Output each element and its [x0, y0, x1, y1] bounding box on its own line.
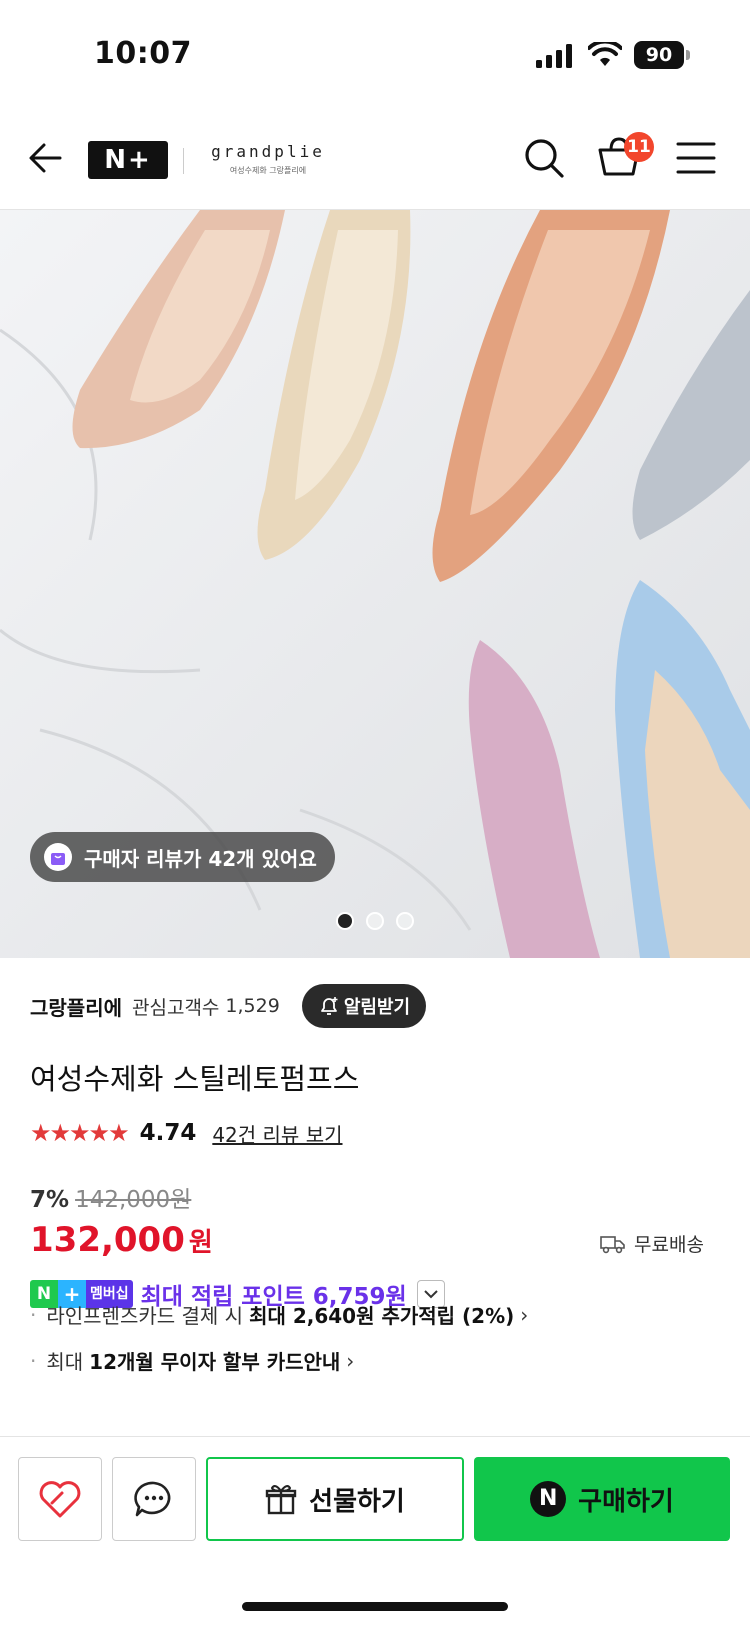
carousel-dot[interactable] [396, 912, 414, 930]
carousel-pagination [0, 912, 750, 930]
chat-bubble-icon [134, 1481, 171, 1517]
sale-price-row: 132,000 원 [30, 1220, 213, 1260]
search-icon[interactable] [522, 136, 566, 180]
price-currency: 원 [188, 1228, 213, 1258]
battery-indicator: 90 [634, 41, 684, 69]
hamburger-menu-icon[interactable] [676, 140, 716, 176]
shipping-info: 무료배송 [600, 1230, 704, 1257]
rating-row: ★★★★★ 4.74 42건 리뷰 보기 [30, 1118, 343, 1148]
product-image-carousel[interactable]: 구매자 리뷰가 42개 있어요 [0, 210, 750, 958]
cart-count-badge: 11 [624, 132, 654, 162]
naver-pay-icon: N [530, 1481, 567, 1517]
card-benefit-highlight: 최대 2,640원 추가적립 (2%) [249, 1304, 515, 1328]
sale-price: 132,000 [30, 1220, 185, 1260]
favorite-customers-count: 1,529 [225, 995, 280, 1017]
store-row: 그랑플리에 관심고객수 1,529 알림받기 [30, 984, 427, 1028]
bell-plus-icon [320, 997, 338, 1015]
view-reviews-link[interactable]: 42건 리뷰 보기 [212, 1119, 342, 1148]
installment-prefix: 최대 [46, 1350, 84, 1374]
wishlist-button[interactable] [18, 1457, 102, 1541]
review-count-pill[interactable]: 구매자 리뷰가 42개 있어요 [30, 832, 335, 882]
bullet-dot: · [30, 1302, 37, 1327]
card-benefit-line[interactable]: · 라인프렌즈카드 결제 시 최대 2,640원 추가적립 (2%) › [30, 1300, 528, 1329]
delivery-truck-icon [600, 1235, 625, 1253]
original-price-row: 7% 142,000원 [30, 1180, 191, 1214]
gift-button[interactable]: 선물하기 [206, 1457, 464, 1541]
notification-subscribe-button[interactable]: 알림받기 [301, 984, 427, 1028]
original-price: 142,000원 [75, 1187, 192, 1213]
naver-plus-logo[interactable]: N+ [88, 141, 168, 179]
buy-button-label: 구매하기 [578, 1486, 674, 1517]
heart-icon [39, 1481, 81, 1518]
carousel-dot[interactable] [336, 912, 354, 930]
top-navigation: N+ grandplie 여성수제화 그랑플리에 11 [0, 110, 750, 210]
favorite-customers-label: 관심고객수 [132, 996, 220, 1019]
product-title: 여성수제화 스틸레토펌프스 [30, 1062, 360, 1096]
home-indicator [242, 1602, 508, 1611]
brand-tagline: 여성수제화 그랑플리에 [229, 166, 307, 175]
battery-tip [686, 50, 690, 60]
wifi-icon [588, 42, 622, 66]
gift-button-label: 선물하기 [309, 1486, 405, 1517]
star-rating-icon: ★★★★★ [30, 1119, 130, 1147]
bullet-dot: · [30, 1348, 37, 1373]
cellular-signal-icon [536, 44, 572, 68]
discount-rate: 7% [30, 1187, 70, 1213]
review-count-text: 구매자 리뷰가 42개 있어요 [84, 846, 317, 871]
back-arrow-icon[interactable] [26, 138, 66, 178]
chat-button[interactable] [112, 1457, 196, 1541]
brand-name: grandplie [211, 142, 325, 161]
rating-value: 4.74 [139, 1120, 197, 1146]
alarm-button-label: 알림받기 [343, 997, 411, 1018]
installment-benefit-line[interactable]: · 최대 12개월 무이자 할부 카드안내 › [30, 1346, 354, 1375]
bottom-action-bar: 선물하기 N 구매하기 [0, 1436, 750, 1626]
installment-highlight: 12개월 무이자 할부 카드안내 [89, 1350, 341, 1374]
status-bar: 10:07 90 [0, 0, 750, 110]
chevron-right-icon: › [346, 1348, 355, 1373]
header-divider [183, 148, 184, 174]
store-name[interactable]: 그랑플리에 [30, 992, 122, 1021]
shopping-bag-icon [44, 843, 72, 871]
carousel-dot[interactable] [366, 912, 384, 930]
shipping-label: 무료배송 [634, 1234, 704, 1256]
gift-box-icon [265, 1485, 297, 1515]
buy-now-button[interactable]: N 구매하기 [474, 1457, 730, 1541]
status-time: 10:07 [94, 36, 192, 71]
store-brand-logo[interactable]: grandplie 여성수제화 그랑플리에 [200, 142, 336, 176]
card-benefit-prefix: 라인프렌즈카드 결제 시 [46, 1304, 244, 1328]
chevron-right-icon: › [520, 1302, 529, 1327]
